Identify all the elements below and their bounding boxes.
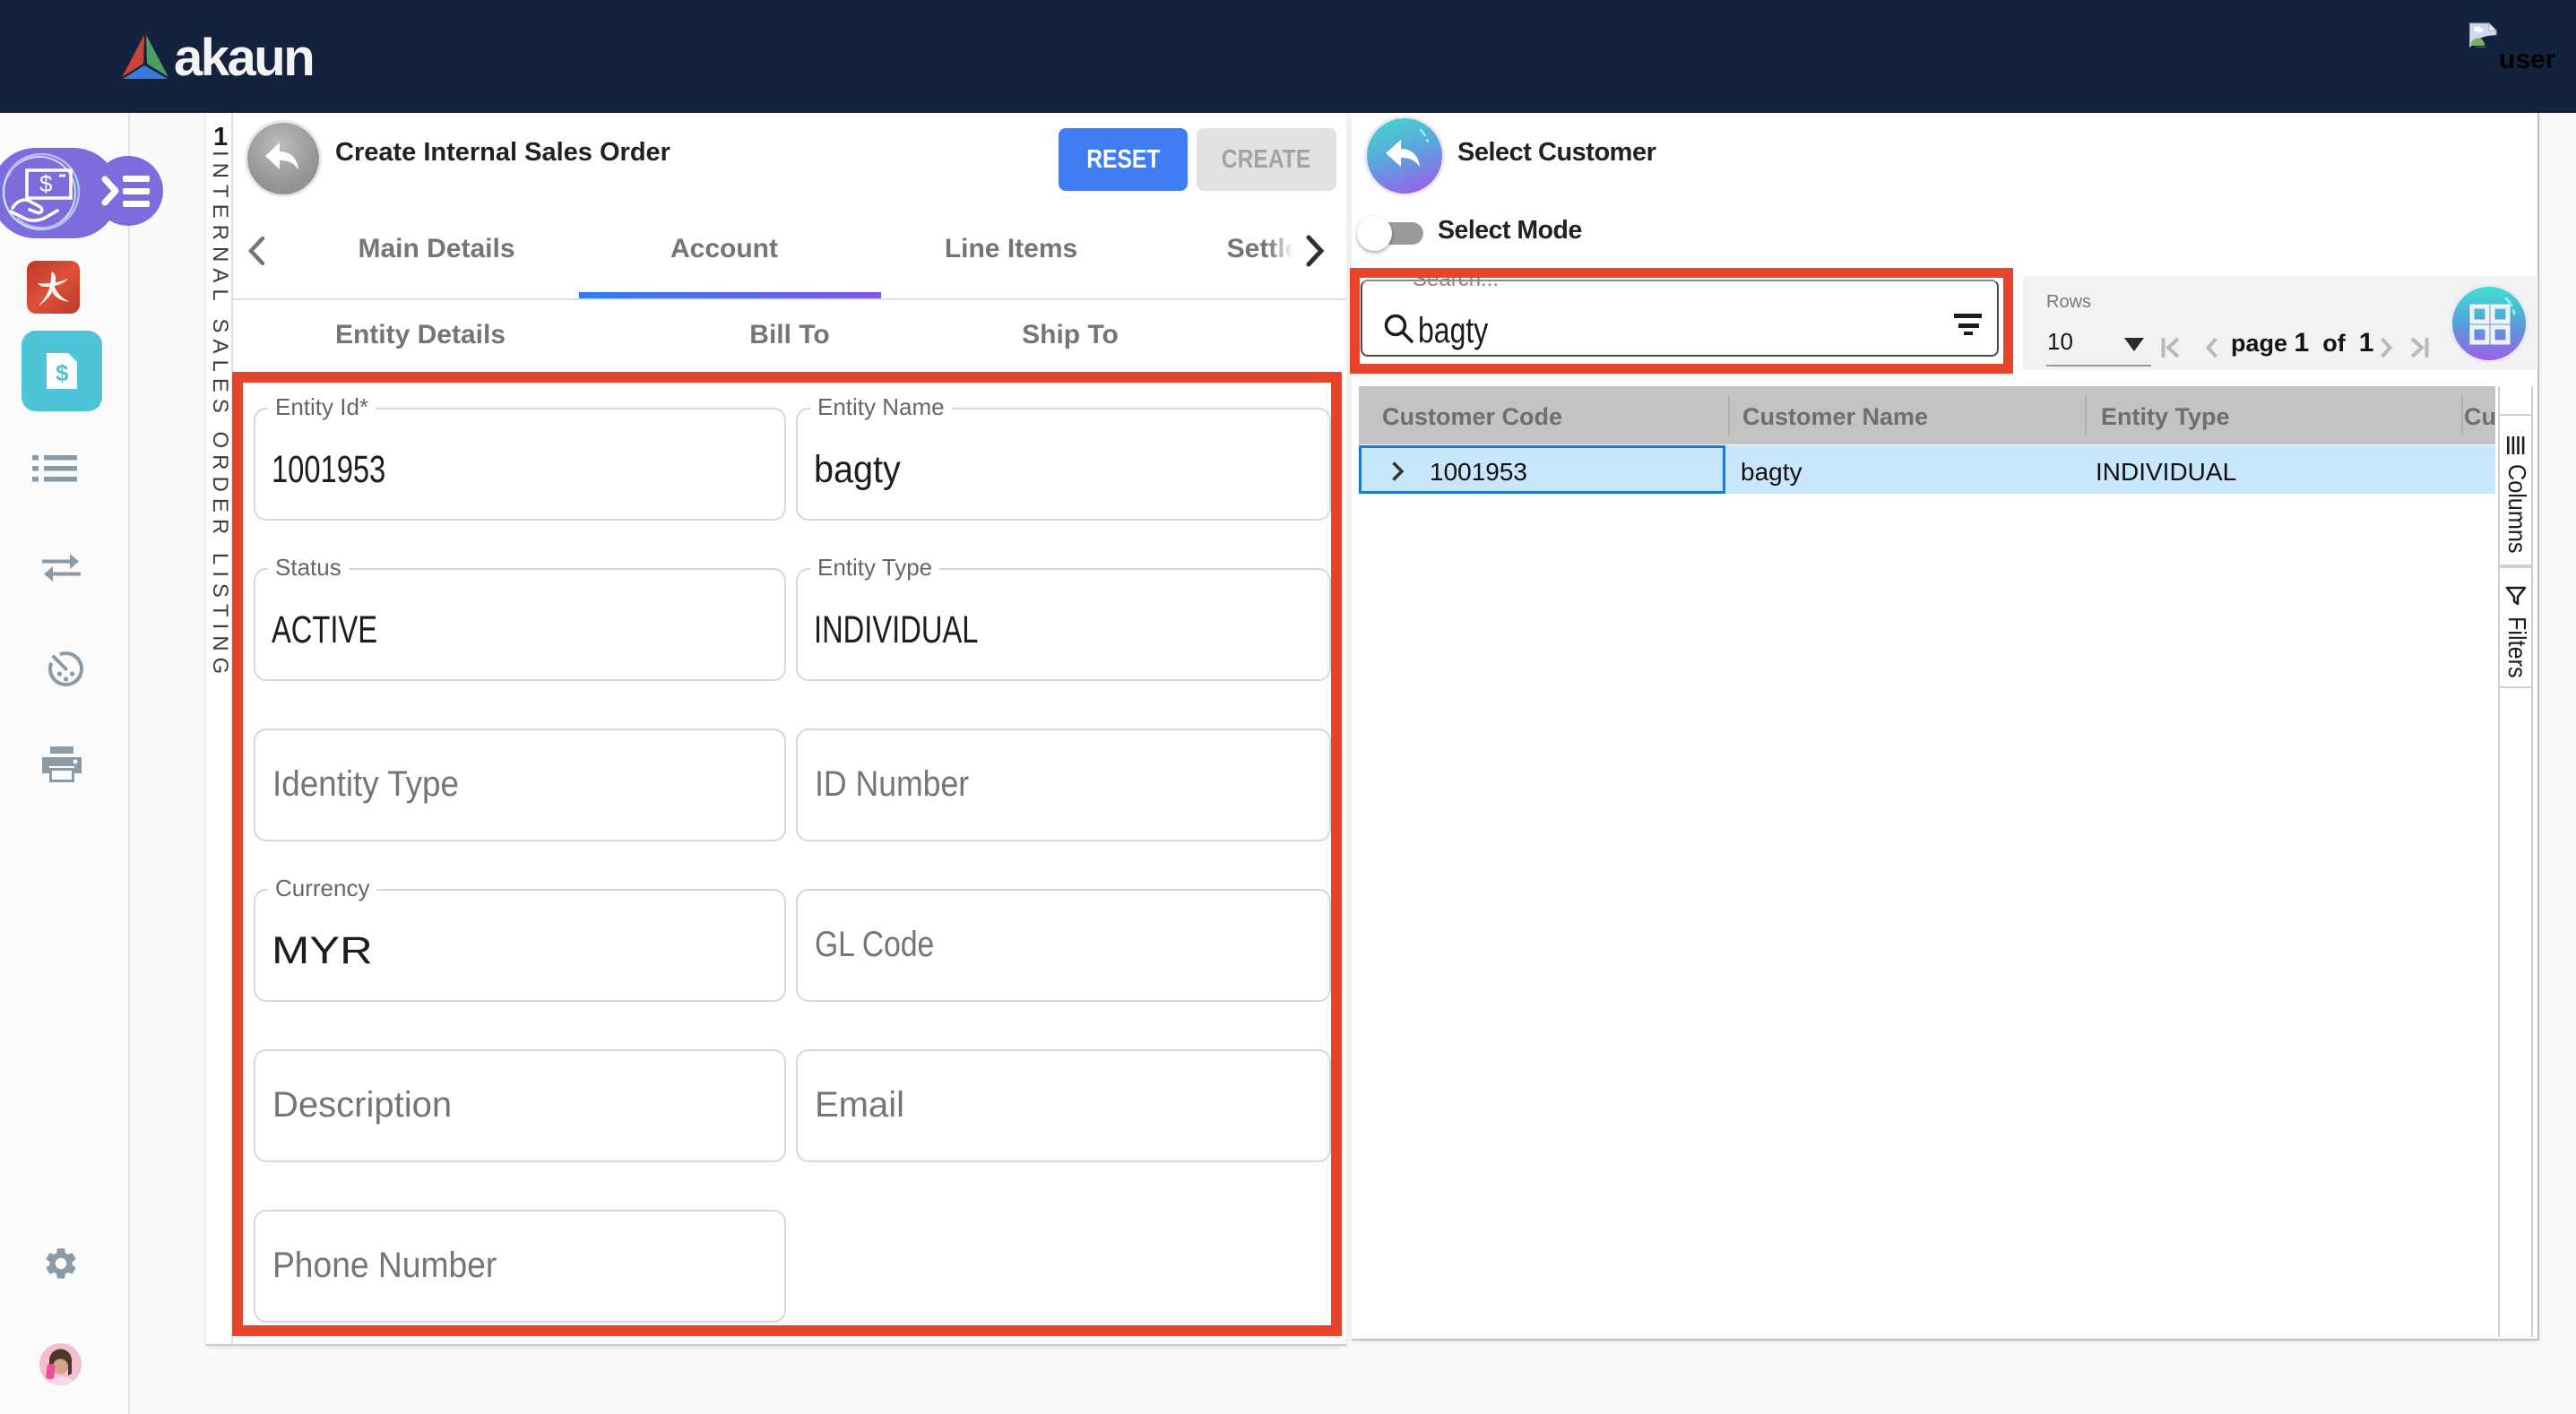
svg-text:$: $ [39,170,53,197]
svg-text:$: $ [56,359,69,386]
